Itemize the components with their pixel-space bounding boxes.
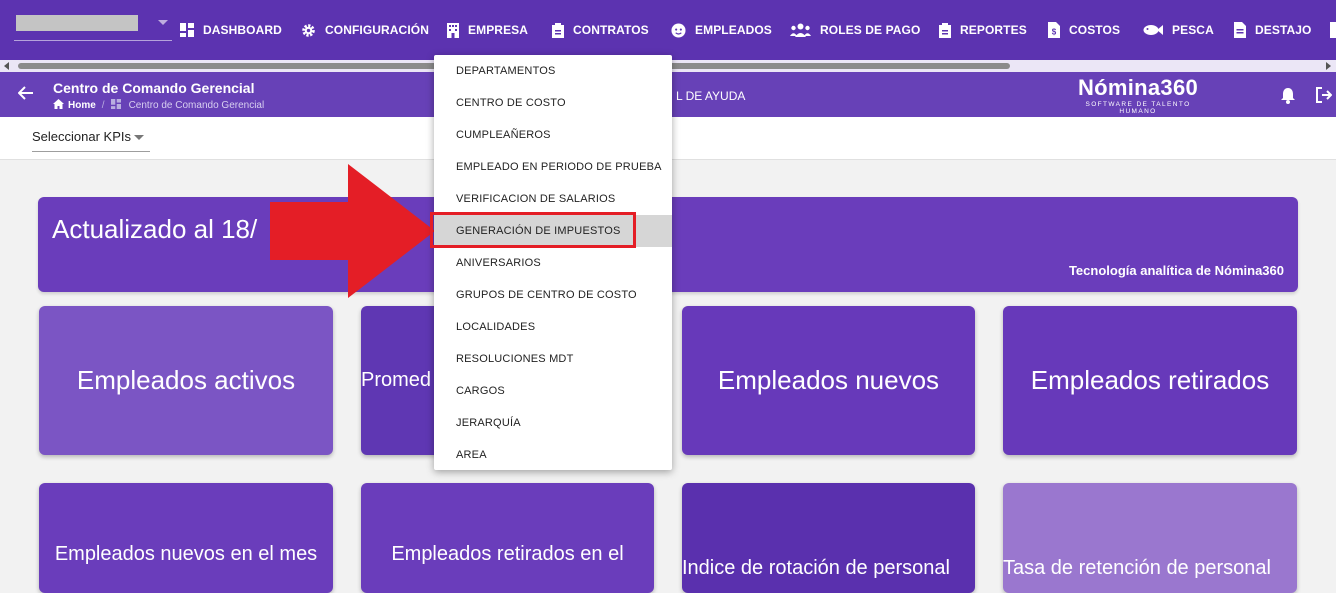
logo-name: Nómina360: [1077, 75, 1199, 100]
nav-dashboard-label: DASHBOARD: [203, 23, 282, 37]
nav-costos-label: COSTOS: [1069, 23, 1121, 37]
document-icon: [1234, 22, 1246, 38]
nav-empresa[interactable]: EMPRESA: [447, 0, 528, 60]
dashboard-icon: [180, 23, 194, 37]
menu-item-localidades[interactable]: LOCALIDADES: [434, 311, 672, 343]
nav-configuracion[interactable]: CONFIGURACIÓN: [301, 0, 429, 60]
menu-item-cumpleaneros[interactable]: CUMPLEAÑEROS: [434, 119, 672, 151]
nav-overflow-edge: [1330, 22, 1336, 38]
nav-destajo[interactable]: DESTAJO: [1234, 0, 1312, 60]
menu-item-area[interactable]: AREA: [434, 439, 672, 471]
breadcrumb: Home / Centro de Comando Gerencial: [53, 99, 264, 112]
logout-icon[interactable]: [1316, 87, 1333, 108]
kpi-card-title: Empleados retirados en el: [391, 542, 624, 565]
kpi-card-empleados-retirados-mes[interactable]: Empleados retirados en el: [361, 483, 654, 593]
menu-item-jerarquia[interactable]: JERARQUÍA: [434, 407, 672, 439]
nav-costos[interactable]: $ COSTOS: [1048, 0, 1120, 60]
chevron-down-icon: [134, 135, 144, 140]
back-arrow-icon[interactable]: [17, 86, 34, 105]
kpi-card-empleados-nuevos[interactable]: Empleados nuevos: [682, 306, 975, 455]
annotation-arrow-icon: [270, 164, 435, 298]
gear-icon: [301, 23, 316, 38]
dashboard-icon: [110, 99, 121, 112]
kpi-card-title: Empleados activos: [76, 365, 296, 395]
logo-tagline: SOFTWARE DE TALENTO HUMANO: [1085, 101, 1191, 115]
page-title: Centro de Comando Gerencial: [53, 80, 255, 96]
kpi-card-title: Indice de rotación de personal: [682, 556, 950, 579]
nav-contratos-label: CONTRATOS: [573, 23, 649, 37]
menu-item-empleado-periodo-prueba[interactable]: EMPLEADO EN PERIODO DE PRUEBA: [434, 151, 672, 183]
kpi-card-tasa-retencion[interactable]: Tasa de retención de personal: [1003, 483, 1297, 593]
breadcrumb-current: Centro de Comando Gerencial: [128, 100, 265, 111]
banner-heading: Actualizado al 18/: [52, 214, 258, 244]
kpi-card-title: Empleados nuevos en el mes: [54, 542, 318, 565]
fish-icon: [1143, 24, 1163, 36]
scroll-right-icon[interactable]: [1326, 62, 1331, 70]
nav-pesca[interactable]: PESCA: [1143, 0, 1214, 60]
nav-pesca-label: PESCA: [1172, 23, 1214, 37]
breadcrumb-home[interactable]: Home: [68, 100, 96, 111]
chevron-down-icon: [158, 20, 168, 25]
nav-empresa-label: EMPRESA: [468, 23, 529, 37]
menu-item-grupos-centro-costo[interactable]: GRUPOS DE CENTRO DE COSTO: [434, 279, 672, 311]
kpi-card-title: Tasa de retención de personal: [1003, 556, 1271, 579]
svg-text:$: $: [1052, 28, 1057, 37]
building-icon: [447, 22, 459, 38]
clipboard-icon: [552, 22, 564, 38]
kpi-card-indice-rotacion[interactable]: Indice de rotación de personal: [682, 483, 975, 593]
menu-item-verificacion-salarios[interactable]: VERIFICACION DE SALARIOS: [434, 183, 672, 215]
company-select[interactable]: [14, 14, 172, 41]
face-icon: [671, 22, 686, 38]
scroll-left-icon[interactable]: [4, 62, 9, 70]
home-icon[interactable]: [53, 99, 64, 112]
redacted-company-name: [16, 15, 138, 31]
kpi-select[interactable]: Seleccionar KPIs: [32, 123, 150, 152]
menu-item-departamentos[interactable]: DEPARTAMENTOS: [434, 55, 672, 87]
nav-destajo-label: DESTAJO: [1255, 23, 1312, 37]
app-logo: Nómina360 SOFTWARE DE TALENTO HUMANO: [1066, 75, 1210, 116]
nav-empleados-label: EMPLEADOS: [695, 23, 772, 37]
nav-reportes-label: REPORTES: [960, 23, 1027, 37]
nav-roles-de-pago-label: ROLES DE PAGO: [820, 23, 921, 37]
banner-footer: Tecnología analítica de Nómina360: [1068, 263, 1284, 278]
kpi-card-empleados-retirados[interactable]: Empleados retirados: [1003, 306, 1297, 455]
empresa-dropdown-menu: DEPARTAMENTOS CENTRO DE COSTO CUMPLEAÑER…: [434, 55, 672, 470]
kpi-card-title: Empleados retirados: [1030, 365, 1270, 395]
nav-roles-de-pago[interactable]: ROLES DE PAGO: [790, 0, 920, 60]
menu-item-aniversarios[interactable]: ANIVERSARIOS: [434, 247, 672, 279]
top-navigation-bar: DASHBOARD CONFIGURACIÓN EMPRESA CONTRATO…: [0, 0, 1336, 60]
nav-configuracion-label: CONFIGURACIÓN: [325, 23, 429, 37]
breadcrumb-separator: /: [101, 100, 105, 111]
menu-item-cargos[interactable]: CARGOS: [434, 375, 672, 407]
help-link[interactable]: L DE AYUDA: [676, 89, 745, 103]
invoice-icon: $: [1048, 22, 1060, 38]
kpi-card-title: Empleados nuevos: [717, 365, 940, 395]
kpi-select-label: Seleccionar KPIs: [32, 129, 131, 144]
nav-contratos[interactable]: CONTRATOS: [552, 0, 649, 60]
menu-item-resoluciones-mdt[interactable]: RESOLUCIONES MDT: [434, 343, 672, 375]
nav-empleados[interactable]: EMPLEADOS: [671, 0, 772, 60]
kpi-card-title: Promed: [361, 369, 432, 391]
people-icon: [790, 23, 811, 37]
bell-icon[interactable]: [1280, 87, 1296, 109]
menu-item-centro-de-costo[interactable]: CENTRO DE COSTO: [434, 87, 672, 119]
menu-item-generacion-impuestos[interactable]: GENERACIÓN DE IMPUESTOS: [434, 215, 672, 247]
clipboard-icon: [939, 22, 951, 38]
nav-reportes[interactable]: REPORTES: [939, 0, 1027, 60]
kpi-card-empleados-activos[interactable]: Empleados activos: [39, 306, 333, 455]
nav-dashboard[interactable]: DASHBOARD: [180, 0, 282, 60]
kpi-card-empleados-nuevos-mes[interactable]: Empleados nuevos en el mes: [39, 483, 333, 593]
